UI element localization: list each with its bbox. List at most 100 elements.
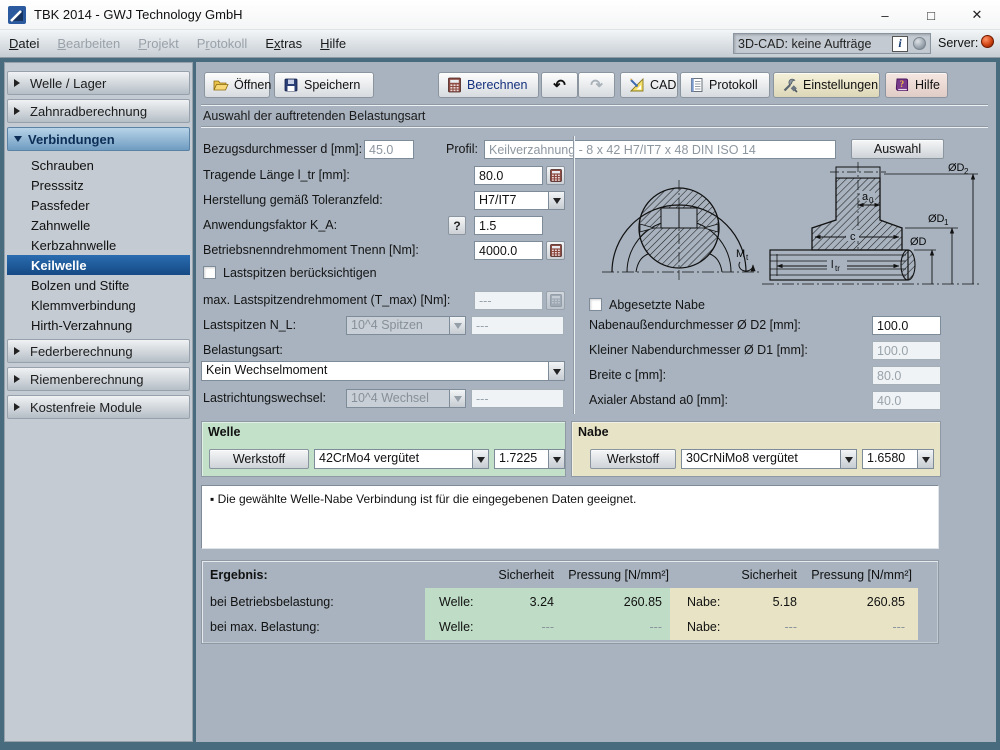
sidebar-item-presssitz[interactable]: Presssitz [7, 175, 190, 195]
nabe-material-number-dropdown[interactable]: 1.6580 [862, 449, 934, 469]
abgesetzte-nabe-label: Abgesetzte Nabe [609, 298, 705, 312]
chevron-down-icon[interactable] [840, 449, 857, 469]
sidebar-item-zahnwelle[interactable]: Zahnwelle [7, 215, 190, 235]
save-label: Speichern [304, 78, 360, 92]
auswahl-button[interactable]: Auswahl [851, 139, 944, 159]
welle-pressung-value: 260.85 [557, 595, 662, 609]
sidebar-item-passfeder[interactable]: Passfeder [7, 195, 190, 215]
dim-d1-label: ØD [928, 213, 945, 225]
calculator-button[interactable] [546, 166, 565, 185]
welle-material-number-value: 1.7225 [494, 449, 548, 469]
sidebar-group-zahnradberechnung[interactable]: Zahnradberechnung [7, 99, 190, 123]
result-row-label: bei max. Belastung: [210, 620, 320, 634]
chevron-down-icon[interactable] [472, 449, 489, 469]
settings-label: Einstellungen [803, 78, 878, 92]
lastrichtungswechsel-input [471, 389, 564, 408]
separator [201, 104, 988, 106]
nabe-pressung-value: 260.85 [800, 595, 905, 609]
calculator-button[interactable] [546, 241, 565, 260]
lastspitzen-checkbox[interactable] [203, 266, 216, 279]
info-button[interactable]: i [892, 36, 908, 52]
minimize-button[interactable]: – [862, 0, 908, 30]
bezugsdurchmesser-label: Bezugsdurchmesser d [mm]: [203, 142, 362, 156]
anwendungsfaktor-label: Anwendungsfaktor K_A: [203, 218, 337, 232]
tragende-laenge-input[interactable] [474, 166, 543, 185]
sidebar-item-hirth-verzahnung[interactable]: Hirth-Verzahnung [7, 315, 190, 335]
lastspitzen-unit-value: 10^4 Spitzen [346, 316, 449, 335]
nenndrehmoment-input[interactable] [474, 241, 543, 260]
dim-d1-sub: 1 [944, 218, 949, 227]
toleranzfeld-value: H7/IT7 [474, 191, 548, 210]
nabe-material-number-value: 1.6580 [862, 449, 917, 469]
redo-button: ↷ [578, 72, 615, 98]
dim-a0-label: a [862, 191, 869, 203]
toleranzfeld-dropdown[interactable]: H7/IT7 [474, 191, 565, 210]
d2-label: Nabenaußendurchmesser Ø D2 [mm]: [589, 318, 801, 332]
window-controls: – □ ✕ [862, 0, 1000, 30]
belastungsart-dropdown[interactable]: Kein Wechselmoment [201, 361, 565, 381]
d2-input[interactable] [872, 316, 941, 335]
chevron-down-icon[interactable] [548, 361, 565, 381]
chevron-right-icon [14, 107, 24, 115]
welle-werkstoff-button[interactable]: Werkstoff [209, 449, 309, 469]
main-panel: Öffnen Speichern Berechnen ↶ ↷ [196, 62, 996, 742]
menu-datei[interactable]: Datei [0, 33, 48, 54]
a0-input [872, 391, 941, 410]
menu-extras[interactable]: Extras [256, 33, 311, 54]
abgesetzte-nabe-checkbox[interactable] [589, 298, 602, 311]
dim-a0-sub: 0 [869, 196, 874, 205]
calculator-icon [550, 244, 562, 257]
cad-status-text: 3D-CAD: keine Aufträge [738, 37, 892, 51]
welle-material-number-dropdown[interactable]: 1.7225 [494, 449, 565, 469]
sidebar-group-verbindungen[interactable]: Verbindungen [7, 127, 190, 151]
calculate-button[interactable]: Berechnen [438, 72, 539, 98]
welle-werkstoff-label: Werkstoff [233, 452, 285, 466]
lastrichtungswechsel-unit-value: 10^4 Wechsel [346, 389, 449, 408]
sidebar-group-riemenberechnung[interactable]: Riemenberechnung [7, 367, 190, 391]
redo-icon: ↷ [590, 76, 603, 94]
calculator-icon [550, 294, 562, 307]
protocol-button[interactable]: Protokoll [680, 72, 770, 98]
sidebar-item-keilwelle[interactable]: Keilwelle [7, 255, 190, 275]
menu-bearbeiten: Bearbeiten [48, 33, 129, 54]
settings-button[interactable]: Einstellungen [773, 72, 880, 98]
help-button[interactable]: ? Hilfe [885, 72, 948, 98]
sidebar-group-welle-lager[interactable]: Welle / Lager [7, 71, 190, 95]
nabe-material-dropdown[interactable]: 30CrNiMo8 vergütet [681, 449, 857, 469]
sidebar-group-kostenfreie-module[interactable]: Kostenfreie Module [7, 395, 190, 419]
maximize-button[interactable]: □ [908, 0, 954, 30]
sidebar-item-schrauben[interactable]: Schrauben [7, 155, 190, 175]
menubar: Datei Bearbeiten Projekt Protokoll Extra… [0, 30, 1000, 58]
chevron-right-icon [14, 79, 24, 87]
chevron-down-icon[interactable] [548, 191, 565, 210]
result-row-label: bei Betriebsbelastung: [210, 595, 334, 609]
sidebar-group-federberechnung[interactable]: Federberechnung [7, 339, 190, 363]
help-question-button[interactable]: ? [448, 216, 466, 235]
anwendungsfaktor-input[interactable] [474, 216, 543, 235]
welle-sicherheit-header: Sicherheit [454, 568, 554, 582]
chevron-right-icon [14, 403, 24, 411]
close-button[interactable]: ✕ [954, 0, 1000, 30]
sidebar-item-kerbzahnwelle[interactable]: Kerbzahnwelle [7, 235, 190, 255]
belastungsart-label: Belastungsart: [203, 343, 283, 357]
menu-hilfe[interactable]: Hilfe [311, 33, 355, 54]
nabe-werkstoff-button[interactable]: Werkstoff [590, 449, 676, 469]
nabe-sicherheit-value: --- [697, 620, 797, 634]
nabe-panel: Nabe Werkstoff 30CrNiMo8 vergütet 1.6580 [571, 421, 941, 477]
save-button[interactable]: Speichern [274, 72, 374, 98]
chevron-down-icon[interactable] [917, 449, 934, 469]
calculator-button-disabled [546, 291, 565, 310]
undo-button[interactable]: ↶ [541, 72, 578, 98]
cad-button[interactable]: CAD [620, 72, 678, 98]
dim-d2-label: ØD [948, 162, 965, 174]
nabe-material-value: 30CrNiMo8 vergütet [681, 449, 840, 469]
bezugsdurchmesser-input [364, 140, 414, 159]
results-title: Ergebnis: [210, 568, 268, 582]
welle-material-dropdown[interactable]: 42CrMo4 vergütet [314, 449, 489, 469]
lastrichtungswechsel-unit-dropdown: 10^4 Wechsel [346, 389, 466, 408]
sidebar-item-klemmverbindung[interactable]: Klemmverbindung [7, 295, 190, 315]
open-button[interactable]: Öffnen [204, 72, 270, 98]
sidebar: Welle / Lager Zahnradberechnung Verbindu… [4, 62, 193, 742]
sidebar-item-bolzen-und-stifte[interactable]: Bolzen und Stifte [7, 275, 190, 295]
chevron-down-icon[interactable] [548, 449, 565, 469]
